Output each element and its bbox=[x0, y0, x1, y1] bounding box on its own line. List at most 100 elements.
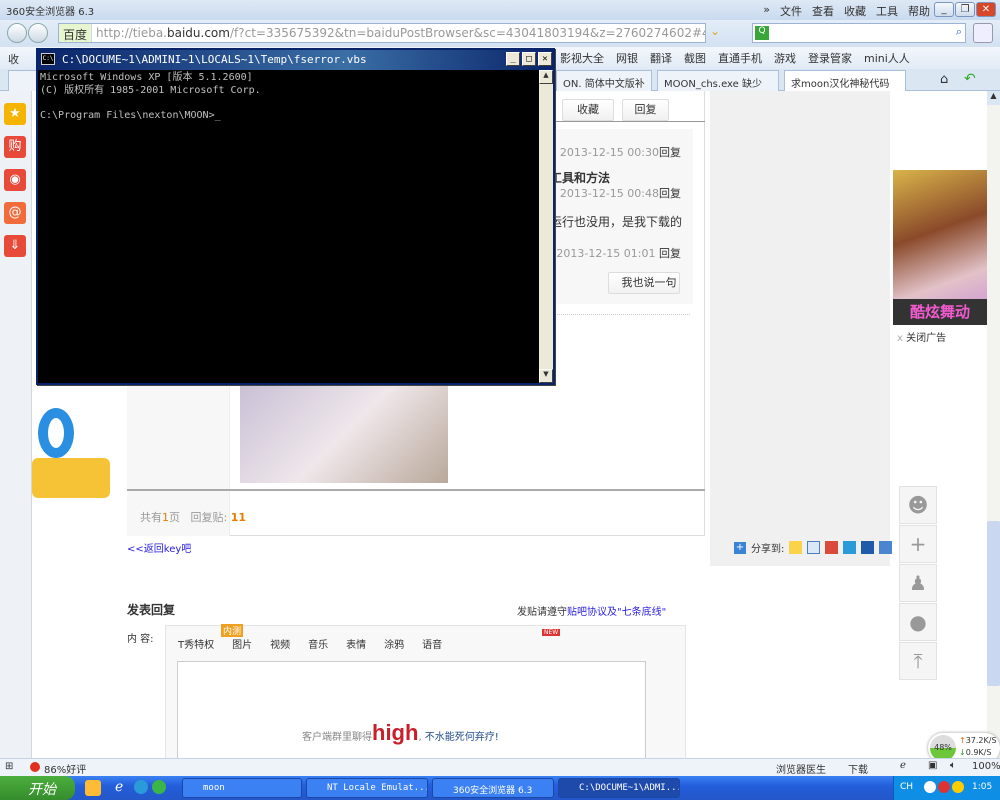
menu-view[interactable]: 查看 bbox=[812, 3, 834, 19]
close-ad-button[interactable]: x 关闭广告 bbox=[897, 329, 946, 344]
tab-moon-exe[interactable]: MOON_chs.exe 缺少 bbox=[657, 70, 779, 91]
download-icon[interactable]: ⇓ bbox=[4, 235, 26, 257]
tab-moon-code[interactable]: 求moon汉化神秘代码 bbox=[784, 70, 906, 91]
post-image[interactable] bbox=[240, 386, 448, 483]
search-input[interactable]: Q ⌕ bbox=[752, 23, 966, 43]
undo-close-icon[interactable]: ↶ bbox=[964, 71, 976, 87]
dropdown-chevron-icon[interactable]: ⌄ bbox=[710, 24, 728, 42]
weibo-icon[interactable]: ◉ bbox=[4, 169, 26, 191]
plus-icon[interactable]: + bbox=[734, 541, 746, 554]
forward-button[interactable] bbox=[28, 23, 48, 43]
back-to-top-icon[interactable]: ⤒ bbox=[899, 642, 937, 680]
image-button[interactable]: 图片 bbox=[232, 636, 252, 651]
console-output[interactable]: Microsoft Windows XP [版本 5.1.2600] (C) 版权… bbox=[38, 70, 539, 383]
back-button[interactable] bbox=[7, 23, 27, 43]
page-scrollbar[interactable]: ▲ bbox=[987, 91, 1000, 758]
fav-renren[interactable]: mini人人 bbox=[864, 50, 910, 66]
tieba-icon[interactable] bbox=[807, 541, 821, 554]
location-icon[interactable]: ● bbox=[899, 603, 937, 641]
back-to-forum-link[interactable]: <<返回key吧 bbox=[127, 540, 191, 555]
clock[interactable]: 1:05 bbox=[972, 782, 992, 792]
console-maximize-button[interactable]: □ bbox=[522, 52, 536, 66]
tray-360-icon[interactable] bbox=[938, 781, 950, 793]
fav-games[interactable]: 游戏 bbox=[774, 50, 796, 66]
browser-quicklaunch-icon[interactable] bbox=[134, 780, 148, 794]
ad-image[interactable]: 酷炫舞动 bbox=[893, 170, 987, 325]
weibo-share-icon[interactable] bbox=[825, 541, 839, 554]
menu-tools[interactable]: 工具 bbox=[876, 3, 898, 19]
task-nt-locale[interactable]: NT Locale Emulat... bbox=[306, 778, 428, 798]
360-quicklaunch-icon[interactable] bbox=[152, 780, 166, 794]
fav-login-manager[interactable]: 登录管家 bbox=[808, 50, 852, 66]
console-scrollbar[interactable]: ▲ ▼ bbox=[539, 70, 553, 383]
expand-icon[interactable]: ⊞ bbox=[5, 761, 13, 772]
start-button[interactable]: 开始 bbox=[0, 776, 75, 800]
rules-link[interactable]: 贴吧协议及"七条底线" bbox=[567, 607, 666, 618]
scroll-up-icon[interactable]: ▲ bbox=[987, 91, 1000, 105]
voice-button[interactable]: 语音 bbox=[422, 636, 442, 651]
emoji-button[interactable]: 表情 bbox=[346, 636, 366, 651]
search-icon[interactable]: ⌕ bbox=[956, 25, 962, 39]
zoom-level[interactable]: 100% bbox=[972, 761, 1000, 772]
console-close-button[interactable]: ✕ bbox=[538, 52, 552, 66]
task-console[interactable]: C:\DOCUME~1\ADMI... bbox=[558, 778, 680, 798]
menu-favorites[interactable]: 收藏 bbox=[844, 3, 866, 19]
doodle-button[interactable]: 涂鸦 bbox=[384, 636, 404, 651]
ie-icon[interactable]: ℯ bbox=[900, 760, 906, 771]
console-window[interactable]: C:\ C:\DOCUME~1\ADMINI~1\LOCALS~1\Temp\f… bbox=[36, 48, 555, 385]
tray-arrow-icon[interactable] bbox=[924, 781, 936, 793]
qzone-icon[interactable] bbox=[789, 541, 803, 554]
task-360-browser[interactable]: 360安全浏览器 6.3 bbox=[432, 778, 554, 798]
home-icon[interactable]: ⌂ bbox=[940, 72, 948, 87]
menu-more[interactable]: » bbox=[763, 3, 770, 19]
star-icon[interactable]: ★ bbox=[4, 103, 26, 125]
video-button[interactable]: 视频 bbox=[270, 636, 290, 651]
download-manager[interactable]: 下载 bbox=[848, 761, 868, 776]
music-button[interactable]: 音乐 bbox=[308, 636, 328, 651]
menu-help[interactable]: 帮助 bbox=[908, 3, 930, 19]
reply-link[interactable]: 回复 bbox=[659, 247, 681, 260]
browser-doctor[interactable]: 浏览器医生 bbox=[776, 761, 826, 776]
reply-link[interactable]: 回复 bbox=[659, 187, 681, 200]
language-indicator[interactable]: CH bbox=[900, 782, 913, 792]
network-speed-widget[interactable]: 48% ↑37.2K/S ↓0.9K/S bbox=[928, 733, 1000, 758]
qq-share-icon[interactable] bbox=[843, 541, 857, 554]
console-titlebar[interactable]: C:\ C:\DOCUME~1\ADMINI~1\LOCALS~1\Temp\f… bbox=[38, 50, 553, 70]
tshow-button[interactable]: T秀特权 bbox=[178, 636, 214, 651]
favorites-menu[interactable]: 收 bbox=[8, 51, 19, 67]
search-engine-selector[interactable]: 百度 bbox=[59, 24, 93, 42]
reply-button[interactable]: 回复 bbox=[622, 99, 669, 121]
search-engine-icon[interactable]: Q bbox=[755, 26, 769, 40]
maximize-button[interactable]: ❐ bbox=[955, 2, 975, 17]
fav-translate[interactable]: 翻译 bbox=[650, 50, 672, 66]
fav-phone[interactable]: 直通手机 bbox=[718, 50, 762, 66]
fav-movies[interactable]: 影视大全 bbox=[560, 50, 604, 66]
bear-icon[interactable]: ☻ bbox=[899, 486, 937, 524]
minimize-button[interactable]: _ bbox=[934, 2, 954, 17]
fav-bank[interactable]: 网银 bbox=[616, 50, 638, 66]
renren-icon[interactable] bbox=[861, 541, 875, 554]
reply-textarea[interactable]: 客户端群里聊得high, 不水能死何弃疗! bbox=[177, 661, 646, 758]
kaixin-icon[interactable] bbox=[879, 541, 893, 554]
reply-link[interactable]: 回复 bbox=[659, 146, 681, 159]
rating-link[interactable]: 86%好评 bbox=[44, 761, 86, 776]
user-sign-in-icon[interactable]: ♟ bbox=[899, 564, 937, 602]
mail-icon[interactable]: @ bbox=[4, 202, 26, 224]
address-bar[interactable]: 百度 http://tieba. baidu.com/f?ct=335675392… bbox=[58, 23, 706, 43]
volume-icon[interactable]: 🔈︎ bbox=[950, 760, 956, 771]
scrollbar-thumb[interactable] bbox=[987, 521, 1000, 686]
shopping-icon[interactable]: 购 bbox=[4, 136, 26, 158]
ie-quicklaunch-icon[interactable]: ℯ bbox=[115, 779, 123, 795]
console-minimize-button[interactable]: _ bbox=[506, 52, 520, 66]
user-icon[interactable] bbox=[973, 23, 993, 43]
quicklaunch-360-icon[interactable] bbox=[85, 780, 101, 796]
close-button[interactable]: ✕ bbox=[976, 2, 996, 17]
add-icon[interactable]: + bbox=[899, 525, 937, 563]
say-something-button[interactable]: 我也说一句 bbox=[608, 272, 680, 294]
collect-button[interactable]: 收藏 bbox=[562, 99, 614, 121]
tray-shield-icon[interactable] bbox=[952, 781, 964, 793]
fav-screenshot[interactable]: 截图 bbox=[684, 50, 706, 66]
promo-link[interactable]: 不水能死何弃疗! bbox=[425, 732, 499, 743]
menu-file[interactable]: 文件 bbox=[780, 3, 802, 19]
tab-page[interactable] bbox=[8, 70, 38, 91]
